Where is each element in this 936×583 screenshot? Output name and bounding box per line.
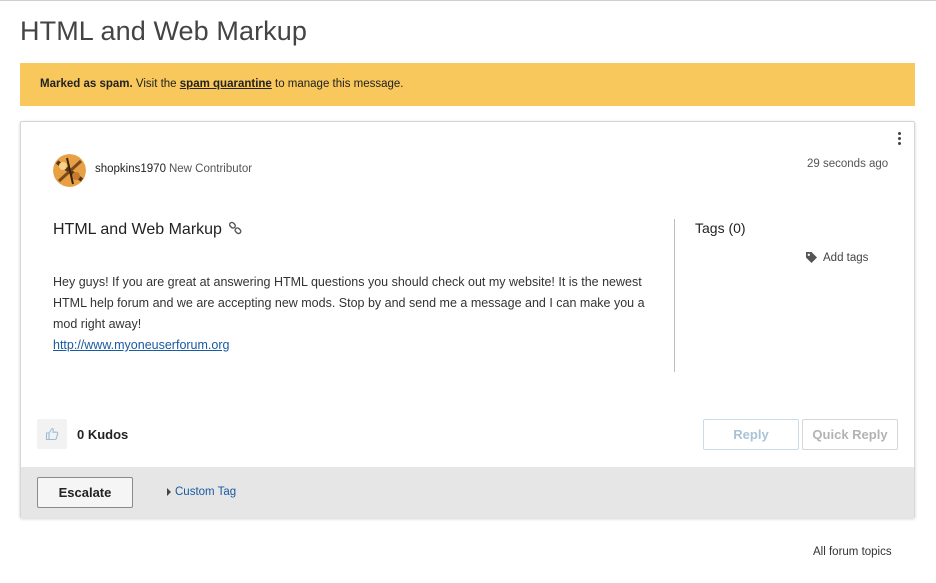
link-icon[interactable] <box>228 221 243 241</box>
thumbs-up-icon <box>45 427 59 441</box>
page-title: HTML and Web Markup <box>20 16 308 46</box>
author-name[interactable]: shopkins1970 <box>95 163 166 175</box>
author-rank: New Contributor <box>168 163 253 175</box>
post-title-text: HTML and Web Markup <box>53 221 222 238</box>
tags-title: Tags (0) <box>695 220 746 236</box>
add-tags-button[interactable]: Add tags <box>805 251 868 264</box>
kudo-button[interactable] <box>37 419 67 449</box>
custom-tag-label: Custom Tag <box>175 486 237 498</box>
post-title: HTML and Web Markup <box>53 221 243 241</box>
spam-banner: Marked as spam. Visit the spam quarantin… <box>20 63 915 106</box>
quick-reply-button[interactable]: Quick Reply <box>802 419 898 450</box>
card-footer: Escalate Custom Tag <box>21 467 914 518</box>
avatar[interactable] <box>53 154 86 187</box>
kudos-count: 0 Kudos <box>77 427 129 442</box>
spam-banner-strong: Marked as spam. <box>40 78 133 90</box>
add-tags-label: Add tags <box>823 251 869 264</box>
caret-right-icon <box>167 488 171 496</box>
tags-divider <box>674 219 675 372</box>
post-body-text: Hey guys! If you are great at answering … <box>53 275 645 331</box>
reply-button[interactable]: Reply <box>703 419 799 450</box>
all-forum-topics-link[interactable]: All forum topics <box>813 546 892 558</box>
spam-banner-text-end: to manage this message. <box>271 78 404 90</box>
tag-icon <box>806 252 817 263</box>
escalate-button[interactable]: Escalate <box>37 477 133 508</box>
post-body: Hey guys! If you are great at answering … <box>53 272 653 356</box>
top-border <box>0 0 936 1</box>
spam-quarantine-link[interactable]: spam quarantine <box>180 78 272 90</box>
custom-tag-toggle[interactable]: Custom Tag <box>167 486 236 498</box>
author-info: shopkins1970 New Contributor <box>95 163 252 175</box>
post-timestamp: 29 seconds ago <box>807 158 889 170</box>
message-card: shopkins1970 New Contributor 29 seconds a… <box>20 121 915 518</box>
kebab-menu-icon[interactable] <box>895 132 903 148</box>
spam-banner-text: Visit the <box>132 78 180 90</box>
post-link[interactable]: http://www.myoneuserforum.org <box>53 338 229 352</box>
